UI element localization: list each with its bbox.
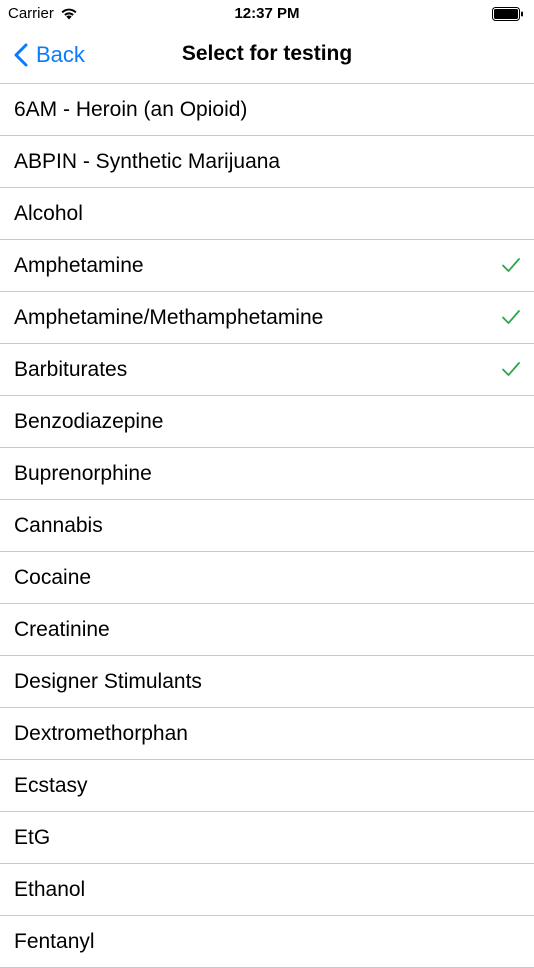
list-item-label: Ecstasy [14, 773, 88, 797]
list-item-label: Ethanol [14, 877, 86, 901]
list-item[interactable]: Ethanol [0, 864, 534, 916]
list-item-label: Cocaine [14, 565, 92, 589]
list-item[interactable]: Amphetamine [0, 240, 534, 292]
status-bar: Carrier 12:37 PM [0, 0, 534, 28]
checkmark-icon [502, 362, 520, 376]
list-item-label: Dextromethorphan [14, 721, 188, 745]
list-item[interactable]: EtG [0, 812, 534, 864]
list-item-label: Barbiturates [14, 357, 128, 381]
page-title: Select for testing [181, 42, 353, 65]
battery-icon [492, 7, 523, 21]
list-item[interactable]: 6AM - Heroin (an Opioid) [0, 84, 534, 136]
checkmark-icon [502, 258, 520, 272]
list-item-label: Benzodiazepine [14, 409, 164, 433]
list-item[interactable]: ABPIN - Synthetic Marijuana [0, 136, 534, 188]
list-item[interactable]: Cannabis [0, 500, 534, 552]
list-item-label: Amphetamine [14, 253, 144, 277]
list-item-label: ABPIN - Synthetic Marijuana [14, 149, 281, 173]
list-item-label: Designer Stimulants [14, 669, 202, 693]
list-item[interactable]: Designer Stimulants [0, 656, 534, 708]
list-item-label: Buprenorphine [14, 461, 152, 485]
list-item[interactable]: Benzodiazepine [0, 396, 534, 448]
test-selection-list: 6AM - Heroin (an Opioid) ABPIN - Syntheti… [0, 84, 534, 968]
list-item[interactable]: Buprenorphine [0, 448, 534, 500]
list-item-label: Alcohol [14, 201, 83, 225]
list-item[interactable]: Cocaine [0, 552, 534, 604]
list-item-label: Cannabis [14, 513, 103, 537]
list-item-label: Creatinine [14, 617, 110, 641]
list-item-label: Amphetamine/Methamphetamine [14, 305, 324, 329]
list-item[interactable]: Creatinine [0, 604, 534, 656]
list-item[interactable]: Barbiturates [0, 344, 534, 396]
list-item[interactable]: Amphetamine/Methamphetamine [0, 292, 534, 344]
checkmark-icon [502, 310, 520, 324]
status-time: 12:37 PM [234, 5, 300, 22]
list-item[interactable]: Dextromethorphan [0, 708, 534, 760]
navigation-bar: Back Select for testing [0, 28, 534, 84]
list-item[interactable]: Fentanyl [0, 916, 534, 968]
list-item[interactable]: Ecstasy [0, 760, 534, 812]
list-item[interactable]: Alcohol [0, 188, 534, 240]
list-item-label: EtG [14, 825, 51, 849]
list-item-label: 6AM - Heroin (an Opioid) [14, 97, 248, 121]
